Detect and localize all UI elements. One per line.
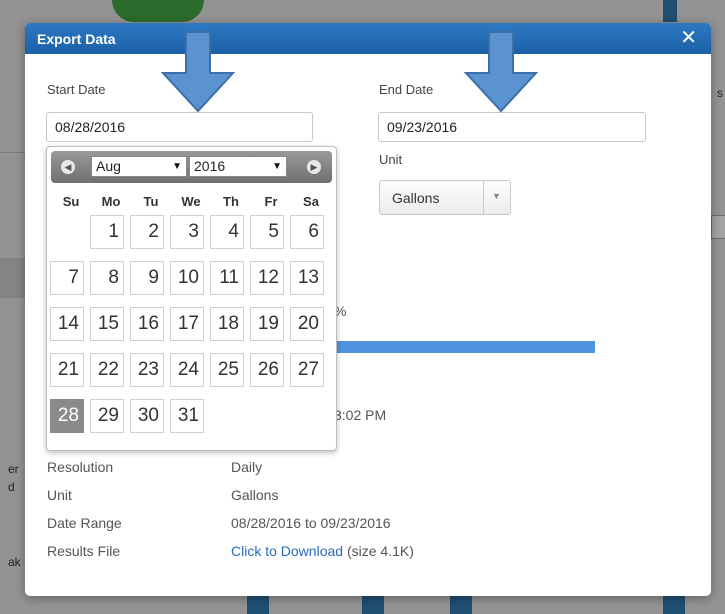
calendar-day[interactable]: 31 [170, 399, 204, 433]
calendar-day[interactable]: 9 [130, 261, 164, 295]
calendar-day[interactable]: 14 [50, 307, 84, 341]
download-link[interactable]: Click to Download [231, 543, 343, 559]
dialog-title: Export Data [37, 31, 116, 47]
calendar-day[interactable]: 18 [210, 307, 244, 341]
calendar-day[interactable]: 29 [90, 399, 124, 433]
results-file-value: Click to Download (size 4.1K) [231, 543, 414, 559]
end-date-input[interactable] [378, 112, 646, 142]
background-block [0, 258, 25, 298]
file-size: (size 4.1K) [343, 543, 414, 559]
calendar-day[interactable]: 4 [210, 215, 244, 249]
calendar-day[interactable]: 6 [290, 215, 324, 249]
date-range-label: Date Range [47, 515, 122, 531]
calendar-day[interactable]: 8 [90, 261, 124, 295]
caret-down-icon: ▼ [172, 161, 182, 172]
weekday-header: Su [62, 194, 80, 209]
calendar-day[interactable]: 27 [290, 353, 324, 387]
calendar-day[interactable]: 12 [250, 261, 284, 295]
weekday-header: Sa [303, 194, 319, 209]
calendar-day[interactable]: 1 [90, 215, 124, 249]
next-month-icon[interactable]: ▶ [307, 160, 321, 174]
prev-month-icon[interactable]: ◀ [61, 160, 75, 174]
resolution-label: Resolution [47, 459, 114, 475]
background-text: ak [8, 555, 21, 569]
close-icon[interactable]: ✕ [680, 26, 697, 50]
year-select[interactable]: 2016 ▼ [189, 156, 287, 177]
month-select-value: Aug [96, 158, 121, 174]
calendar-day[interactable]: 21 [50, 353, 84, 387]
start-date-input[interactable] [46, 112, 313, 142]
weekday-header: Mo [101, 194, 121, 209]
calendar-day[interactable]: 23 [130, 353, 164, 387]
calendar-day[interactable]: 13 [290, 261, 324, 295]
calendar-day[interactable]: 26 [250, 353, 284, 387]
calendar-day[interactable]: 5 [250, 215, 284, 249]
weekday-header: Th [223, 194, 239, 209]
dialog-titlebar: Export Data ✕ [25, 23, 711, 54]
calendar-day-selected[interactable]: 28 [50, 399, 84, 433]
detail-unit-label: Unit [47, 487, 72, 503]
calendar-day[interactable]: 19 [250, 307, 284, 341]
weekday-header: We [181, 194, 201, 209]
progress-bar [334, 341, 595, 353]
calendar-day[interactable]: 11 [210, 261, 244, 295]
datepicker-header: ◀ Aug ▼ 2016 ▼ ▶ [51, 151, 332, 183]
background-bar [663, 0, 677, 22]
resolution-value: Daily [231, 459, 263, 475]
background-shape [112, 0, 204, 22]
background-bar [247, 596, 269, 614]
calendar-day[interactable]: 25 [210, 353, 244, 387]
calendar-day[interactable]: 24 [170, 353, 204, 387]
month-select[interactable]: Aug ▼ [91, 156, 187, 177]
calendar-day[interactable]: 2 [130, 215, 164, 249]
datepicker: ◀ Aug ▼ 2016 ▼ ▶ Su Mo Tu We Th Fr Sa 12345678… [46, 146, 337, 451]
calendar-day[interactable]: 10 [170, 261, 204, 295]
background-line [0, 152, 25, 153]
calendar-day[interactable]: 30 [130, 399, 164, 433]
unit-select[interactable]: Gallons ▼ [379, 180, 511, 215]
detail-unit-value: Gallons [231, 487, 279, 503]
completed-time: 3:02 PM [334, 407, 387, 423]
caret-down-icon: ▼ [272, 161, 282, 172]
calendar-day[interactable]: 7 [50, 261, 84, 295]
year-select-value: 2016 [194, 158, 226, 174]
calendar-day[interactable]: 20 [290, 307, 324, 341]
calendar-day[interactable]: 22 [90, 353, 124, 387]
down-arrow-icon [463, 31, 539, 113]
start-date-label: Start Date [47, 82, 106, 97]
background-bar [663, 596, 685, 614]
unit-label: Unit [379, 152, 403, 167]
background-text: er [8, 462, 19, 476]
background-block [711, 215, 725, 239]
weekday-header: Fr [264, 194, 278, 209]
calendar-day[interactable]: 3 [170, 215, 204, 249]
unit-select-button[interactable]: ▼ [483, 181, 510, 214]
background-text: d [8, 480, 15, 494]
end-date-label: End Date [379, 82, 434, 97]
results-file-label: Results File [47, 543, 121, 559]
calendar-day[interactable]: 17 [170, 307, 204, 341]
unit-select-value: Gallons [392, 190, 440, 206]
down-arrow-icon [160, 31, 236, 113]
date-range-value: 08/28/2016 to 09/23/2016 [231, 515, 391, 531]
calendar-day[interactable]: 16 [130, 307, 164, 341]
weekday-header: Tu [143, 194, 159, 209]
background-bar [450, 596, 472, 614]
calendar-day[interactable]: 15 [90, 307, 124, 341]
chevron-down-icon: ▼ [492, 191, 501, 201]
background-bar [362, 596, 384, 614]
background-text: s [717, 86, 723, 100]
